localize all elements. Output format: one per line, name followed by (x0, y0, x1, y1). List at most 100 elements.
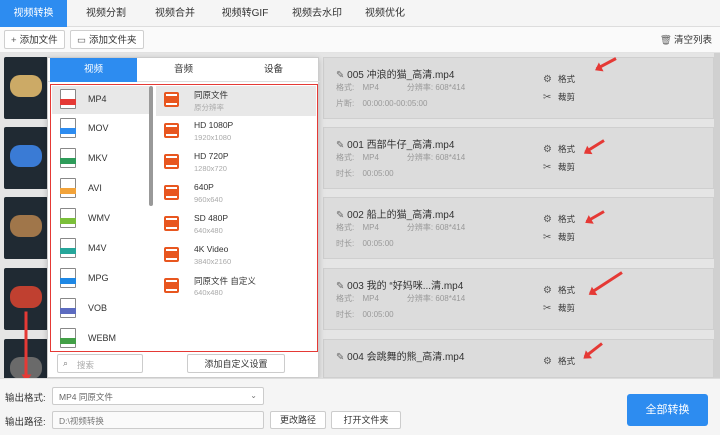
resolution-size: 1280x720 (194, 164, 227, 173)
output-path-label: 输出路径: (5, 417, 46, 428)
video-thumbnail (4, 197, 48, 259)
m4v-file-icon (60, 238, 76, 258)
format-option-m4v[interactable]: M4V (52, 235, 149, 263)
format-label: AVI (88, 183, 102, 193)
mov-file-icon (60, 118, 76, 138)
file-item[interactable]: ✎ 003 我的 “好妈咪...清.mp4 格式: MP4 分辨率: 608*41… (323, 268, 714, 330)
cut-button[interactable]: ✂ 裁剪 (543, 161, 575, 173)
format-option-mkv[interactable]: MKV (52, 145, 149, 173)
tab-video-to-gif[interactable]: 视频转GIF (212, 0, 278, 27)
file-item[interactable]: ✎ 005 冲浪的猫_高清.mp4 格式: MP4 分辨率: 608*414 片断… (323, 57, 714, 119)
format-label: VOB (88, 303, 108, 313)
format-option-mpg[interactable]: MPG (52, 265, 149, 293)
add-custom-setting-button[interactable]: 添加自定义设置 (187, 354, 285, 373)
resolution-name: HD 720P (194, 151, 229, 161)
resolution-option[interactable]: 同原文件 原分辨率 (156, 86, 316, 116)
file-format: 格式: MP4 分辨率: 608*414 (336, 294, 466, 303)
open-folder-button[interactable]: 打开文件夹 (331, 411, 401, 429)
output-bar: 输出格式: MP4 同原文件 ⌄ 输出路径: D:\视频转换 更改路径 打开文件… (0, 378, 720, 435)
mpg-file-icon (60, 268, 76, 288)
format-button[interactable]: ⚙ 格式 (543, 143, 575, 155)
film-icon (164, 247, 179, 262)
format-button[interactable]: ⚙ 格式 (543, 284, 575, 296)
add-folder-label: 添加文件夹 (88, 35, 137, 46)
tab-device[interactable]: 设备 (230, 58, 317, 82)
film-icon (164, 185, 179, 200)
output-path-field[interactable]: D:\视频转换 (52, 411, 264, 429)
edit-icon[interactable]: ✎ (336, 70, 347, 81)
toolbar: + 添加文件 ▭ 添加文件夹 🗑 清空列表 (0, 27, 720, 53)
format-button[interactable]: ⚙ 格式 (543, 355, 575, 367)
film-icon (164, 154, 179, 169)
add-file-button[interactable]: + 添加文件 (4, 30, 65, 49)
file-name: ✎ 003 我的 “好妈咪...清.mp4 (336, 281, 464, 292)
gear-icon: ⚙ (543, 285, 552, 296)
resolution-size: 960x640 (194, 195, 223, 204)
output-format-select[interactable]: MP4 同原文件 ⌄ (52, 387, 264, 405)
tab-label: 视频合并 (155, 8, 195, 19)
format-dropdown: 视频 音频 设备 MP4 MOV MKV AVI WMV M4V MPG VOB… (47, 57, 320, 378)
gear-icon: ⚙ (543, 214, 552, 225)
tab-video-optimize[interactable]: 视频优化 (355, 0, 415, 27)
format-label: WEBM (88, 333, 116, 343)
scissors-icon: ✂ (543, 92, 552, 103)
mkv-file-icon (60, 148, 76, 168)
format-option-webm[interactable]: WEBM (52, 325, 149, 352)
resolution-name: 同原文件 (194, 90, 229, 100)
edit-icon[interactable]: ✎ (336, 210, 347, 221)
format-option-vob[interactable]: VOB (52, 295, 149, 323)
format-list: MP4 MOV MKV AVI WMV M4V MPG VOB WEBM (52, 86, 149, 352)
format-label: WMV (88, 213, 110, 223)
file-format: 格式: MP4 分辨率: 608*414 (336, 223, 466, 232)
plus-icon: + (11, 35, 17, 46)
tab-video-split[interactable]: 视频分割 (74, 0, 138, 27)
format-search-input[interactable]: ⌕ 搜索 (57, 354, 143, 373)
output-format-value: MP4 同原文件 (59, 392, 113, 402)
chevron-down-icon: ⌄ (250, 391, 257, 400)
resolution-option[interactable]: 640P 960x640 (156, 179, 316, 209)
resolution-name: 640P (194, 182, 214, 192)
format-option-mp4[interactable]: MP4 (52, 86, 149, 114)
tab-video-convert[interactable]: 视频转换 (0, 0, 67, 27)
edit-icon[interactable]: ✎ (336, 281, 347, 292)
output-format-label: 输出格式: (5, 393, 46, 404)
resolution-size: 1920x1080 (194, 133, 232, 142)
avi-file-icon (60, 178, 76, 198)
edit-icon[interactable]: ✎ (336, 140, 347, 151)
gear-icon: ⚙ (543, 74, 552, 85)
format-option-wmv[interactable]: WMV (52, 205, 149, 233)
list-scrollbar[interactable] (714, 53, 720, 378)
add-folder-button[interactable]: ▭ 添加文件夹 (70, 30, 144, 49)
search-icon: ⌕ (63, 358, 69, 368)
format-button[interactable]: ⚙ 格式 (543, 213, 575, 225)
file-duration: 时长: 00:05:00 (336, 169, 394, 178)
format-list-scrollbar[interactable] (149, 86, 153, 206)
tab-label: 音频 (173, 64, 193, 75)
convert-all-button[interactable]: 全部转换 (627, 394, 708, 426)
cut-button[interactable]: ✂ 裁剪 (543, 302, 575, 314)
resolution-option[interactable]: SD 480P 640x480 (156, 210, 316, 240)
file-item[interactable]: ✎ 004 会跳舞的熊_高清.mp4 ⚙ 格式 (323, 339, 714, 378)
resolution-option[interactable]: 同原文件 自定义 640x480 (156, 272, 316, 302)
tab-video-merge[interactable]: 视频合并 (143, 0, 207, 27)
format-option-avi[interactable]: AVI (52, 175, 149, 203)
file-item[interactable]: ✎ 002 船上的猫_高清.mp4 格式: MP4 分辨率: 608*414 时长… (323, 197, 714, 259)
tab-remove-watermark[interactable]: 视频去水印 (282, 0, 352, 27)
clear-list-button[interactable]: 🗑 清空列表 (660, 32, 712, 46)
cut-button[interactable]: ✂ 裁剪 (543, 231, 575, 243)
tab-video[interactable]: 视频 (50, 58, 137, 82)
file-name: ✎ 004 会跳舞的熊_高清.mp4 (336, 352, 465, 363)
cut-button[interactable]: ✂ 裁剪 (543, 91, 575, 103)
tab-audio[interactable]: 音频 (140, 58, 227, 82)
format-label: MOV (88, 123, 109, 133)
output-path-value: D:\视频转换 (59, 416, 104, 426)
format-option-mov[interactable]: MOV (52, 115, 149, 143)
edit-icon[interactable]: ✎ (336, 352, 347, 363)
film-icon (164, 123, 179, 138)
format-button[interactable]: ⚙ 格式 (543, 73, 575, 85)
resolution-option[interactable]: HD 720P 1280x720 (156, 148, 316, 178)
file-item[interactable]: ✎ 001 西部牛仔_高清.mp4 格式: MP4 分辨率: 608*414 时长… (323, 127, 714, 189)
resolution-option[interactable]: HD 1080P 1920x1080 (156, 117, 316, 147)
resolution-option[interactable]: 4K Video 3840x2160 (156, 241, 316, 271)
change-path-button[interactable]: 更改路径 (270, 411, 326, 429)
